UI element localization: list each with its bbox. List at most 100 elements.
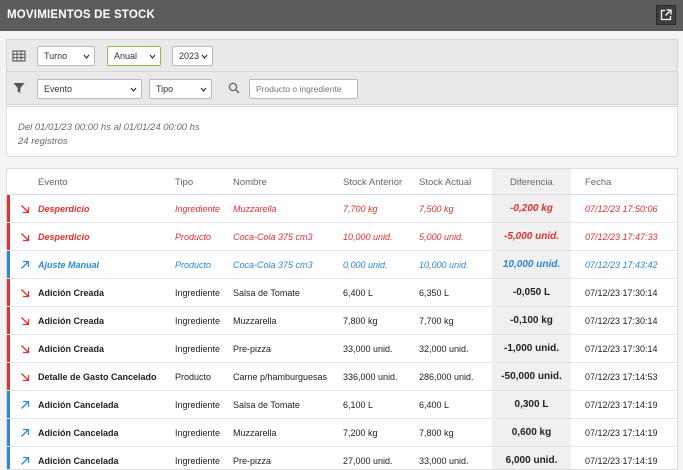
cell-evento: Detalle de Gasto Cancelado [38, 372, 157, 382]
cell-fecha: 07/12/23 17:43:42 [585, 260, 658, 270]
cell-stock-anterior: 7,800 kg [343, 316, 378, 326]
search-icon [228, 82, 240, 94]
cell-diferencia: -0,200 kg [510, 203, 553, 214]
cell-fecha: 07/12/23 17:14:19 [585, 400, 658, 410]
row-indicator-bar [7, 363, 10, 390]
col-header-tipo[interactable]: Tipo [175, 177, 193, 188]
evento-select[interactable]: Evento [37, 79, 142, 99]
row-indicator-bar [7, 419, 10, 446]
cell-evento: Adición Creada [38, 344, 105, 354]
chevron-down-icon [149, 54, 156, 59]
cell-tipo: Ingrediente [175, 344, 221, 354]
cell-tipo: Ingrediente [175, 288, 221, 298]
anio-value: 2023 [179, 51, 200, 61]
cell-fecha: 07/12/23 17:14:53 [585, 372, 658, 382]
title-bar: MOVIMIENTOS DE STOCK [0, 0, 683, 31]
table-icon[interactable] [12, 49, 26, 63]
rango-value: Anual [114, 51, 138, 61]
table-row[interactable]: Ajuste Manual Producto Coca-Cola 375 cm3 0,… [7, 251, 677, 279]
chevron-down-icon [201, 54, 208, 59]
periodo-select[interactable]: Turno [37, 46, 95, 66]
cell-stock-anterior: 7,700 kg [343, 204, 378, 214]
table-row[interactable]: Adición Creada Ingrediente Pre-pizza 33,000… [7, 335, 677, 363]
tipo-value: Tipo [156, 84, 174, 94]
info-panel: Del 01/01/23 00:00 hs al 01/01/24 00:00 … [6, 106, 678, 157]
arrow-down-right-icon [21, 373, 30, 382]
table-row[interactable]: Detalle de Gasto Cancelado Producto Carne … [7, 363, 677, 391]
search-input[interactable] [249, 79, 358, 99]
arrow-down-right-icon [21, 317, 30, 326]
col-header-stock-anterior[interactable]: Stock Anterior [343, 177, 402, 188]
page-title: MOVIMIENTOS DE STOCK [7, 9, 155, 21]
cell-tipo: Ingrediente [175, 400, 221, 410]
cell-stock-actual: 10,000 unid. [419, 260, 469, 270]
col-header-diferencia[interactable]: Diferencia [510, 177, 553, 188]
cell-nombre: Coca-Cola 375 cm3 [233, 232, 313, 242]
col-header-stock-actual[interactable]: Stock Actual [419, 177, 471, 188]
cell-fecha: 07/12/23 17:47:33 [585, 232, 658, 242]
cell-tipo: Ingrediente [175, 456, 221, 466]
cell-evento: Desperdicio [38, 232, 90, 242]
filter-row-search: Evento Tipo [7, 73, 677, 105]
cell-evento: Adición Creada [38, 288, 105, 298]
external-link-icon [660, 9, 672, 21]
filter-panel: Turno Anual 2023 Evento Tipo [6, 39, 678, 105]
chevron-down-icon [83, 54, 90, 59]
cell-tipo: Ingrediente [175, 316, 221, 326]
row-indicator-bar [7, 251, 10, 278]
cell-stock-anterior: 336,000 unid. [343, 372, 398, 382]
arrow-up-right-icon [21, 400, 30, 409]
row-indicator-bar [7, 279, 10, 306]
cell-fecha: 07/12/23 17:14:19 [585, 456, 658, 466]
cell-stock-actual: 7,500 kg [419, 204, 454, 214]
chevron-down-icon [130, 87, 137, 92]
anio-select[interactable]: 2023 [172, 46, 213, 66]
table-row[interactable]: Adición Creada Ingrediente Muzzarella 7,800… [7, 307, 677, 335]
table-row[interactable]: Desperdicio Ingrediente Muzzarella 7,700 kg… [7, 195, 677, 223]
col-header-fecha[interactable]: Fecha [585, 177, 611, 188]
cell-diferencia: 10,000 unid. [502, 259, 561, 270]
table-header: Evento Tipo Nombre Stock Anterior Stock … [7, 169, 677, 195]
cell-stock-actual: 6,400 L [419, 400, 450, 410]
filter-row-period: Turno Anual 2023 [7, 40, 677, 72]
cell-diferencia: 0,600 kg [511, 427, 552, 438]
open-external-button[interactable] [656, 5, 676, 25]
cell-stock-anterior: 6,400 L [343, 288, 374, 298]
cell-nombre: Coca-Cola 375 cm3 [233, 260, 313, 270]
col-header-nombre[interactable]: Nombre [233, 177, 267, 188]
row-indicator-bar [7, 447, 10, 469]
cell-nombre: Salsa de Tomate [233, 400, 300, 410]
rango-select[interactable]: Anual [107, 46, 161, 66]
table-row[interactable]: Adición Creada Ingrediente Salsa de Tomate… [7, 279, 677, 307]
tipo-select[interactable]: Tipo [149, 79, 212, 99]
cell-stock-actual: 6,350 L [419, 288, 450, 298]
table-row[interactable]: Desperdicio Producto Coca-Cola 375 cm3 10,0… [7, 223, 677, 251]
cell-nombre: Muzzarella [233, 316, 277, 326]
table-row[interactable]: Adición Cancelada Ingrediente Muzzarella 7,… [7, 419, 677, 447]
table-row[interactable]: Adición Cancelada Ingrediente Salsa de Tom… [7, 391, 677, 419]
cell-tipo: Producto [175, 372, 212, 382]
cell-evento: Adición Cancelada [38, 400, 119, 410]
row-indicator-bar [7, 195, 10, 222]
cell-stock-anterior: 10,000 unid. [343, 232, 393, 242]
col-header-evento[interactable]: Evento [38, 177, 68, 188]
cell-nombre: Muzzarella [233, 428, 277, 438]
cell-stock-anterior: 7,200 kg [343, 428, 378, 438]
cell-tipo: Ingrediente [175, 428, 221, 438]
arrow-down-right-icon [21, 205, 30, 214]
cell-diferencia: -0,050 L [512, 287, 551, 298]
cell-stock-actual: 32,000 unid. [419, 344, 469, 354]
row-indicator-bar [7, 307, 10, 334]
cell-diferencia: 6,000 unid. [505, 455, 558, 466]
cell-tipo: Producto [175, 260, 212, 270]
cell-nombre: Muzzarella [233, 204, 277, 214]
filter-icon[interactable] [12, 81, 26, 95]
periodo-value: Turno [44, 51, 68, 61]
table-row[interactable]: Adición Cancelada Ingrediente Pre-pizza 27,… [7, 447, 677, 469]
cell-tipo: Ingrediente [175, 204, 221, 214]
cell-nombre: Salsa de Tomate [233, 288, 300, 298]
row-indicator-bar [7, 391, 10, 418]
cell-stock-anterior: 27,000 unid. [343, 456, 393, 466]
cell-stock-actual: 7,700 kg [419, 316, 454, 326]
cell-fecha: 07/12/23 17:14:19 [585, 428, 658, 438]
